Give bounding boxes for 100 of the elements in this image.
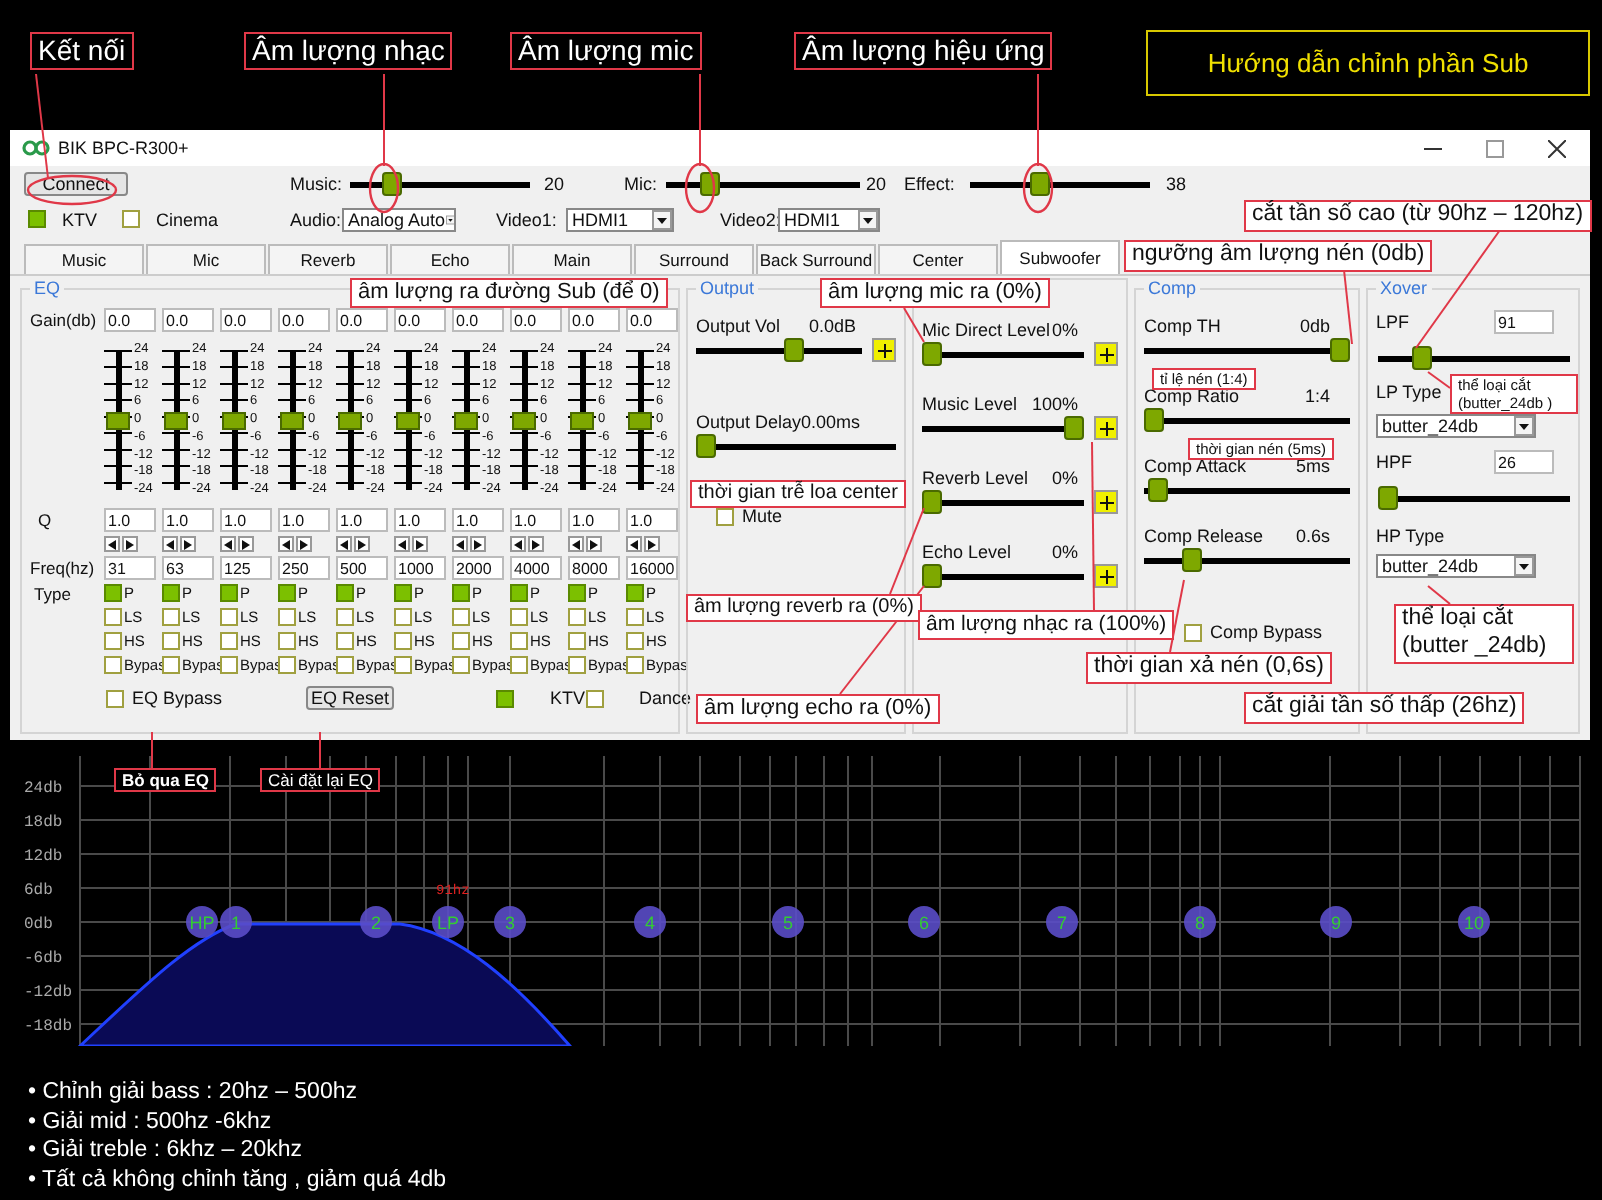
checkbox[interactable] <box>104 608 122 626</box>
tab[interactable]: Reverb <box>268 244 388 274</box>
checkbox[interactable] <box>568 656 586 674</box>
maximize-icon[interactable] <box>1486 139 1504 157</box>
checkbox[interactable] <box>278 584 296 602</box>
checkbox[interactable] <box>104 656 122 674</box>
checkbox[interactable] <box>510 632 528 650</box>
slider-thumb[interactable] <box>280 411 304 429</box>
gain-input[interactable]: 0.0 <box>104 308 156 332</box>
frequency-input[interactable]: 26 <box>1494 450 1554 474</box>
slider-thumb[interactable] <box>570 411 594 429</box>
checkbox[interactable] <box>626 632 644 650</box>
checkbox[interactable] <box>452 656 470 674</box>
slider-thumb[interactable] <box>628 411 652 429</box>
freq-input[interactable]: 1000 <box>394 556 446 580</box>
slider-thumb[interactable] <box>222 411 246 429</box>
checkbox[interactable] <box>162 656 180 674</box>
gain-input[interactable]: 0.0 <box>220 308 272 332</box>
checkbox[interactable] <box>626 656 644 674</box>
checkbox[interactable] <box>568 632 586 650</box>
checkbox[interactable] <box>336 584 354 602</box>
checkbox[interactable] <box>220 608 238 626</box>
q-input[interactable]: 1.0 <box>568 508 620 532</box>
checkbox[interactable] <box>510 608 528 626</box>
q-input[interactable]: 1.0 <box>394 508 446 532</box>
decrease-button[interactable] <box>452 536 468 552</box>
checkbox[interactable] <box>220 632 238 650</box>
eq-node[interactable]: 6 <box>908 906 940 938</box>
dropdown[interactable]: HDMI1 <box>778 207 880 231</box>
slider-thumb[interactable] <box>1064 416 1084 440</box>
slider-thumb[interactable] <box>1144 408 1164 432</box>
increase-button[interactable] <box>644 536 660 552</box>
increase-button[interactable] <box>296 536 312 552</box>
slider-thumb[interactable] <box>454 411 478 429</box>
slider-thumb[interactable] <box>922 490 942 514</box>
tab[interactable]: Center <box>878 244 998 274</box>
decrease-button[interactable] <box>220 536 236 552</box>
slider-thumb[interactable] <box>922 342 942 366</box>
checkbox[interactable] <box>336 608 354 626</box>
increase-button[interactable] <box>238 536 254 552</box>
checkbox[interactable] <box>626 584 644 602</box>
decrease-button[interactable] <box>510 536 526 552</box>
checkbox[interactable] <box>336 632 354 650</box>
checkbox[interactable] <box>568 608 586 626</box>
checkbox[interactable] <box>394 632 412 650</box>
slider-thumb[interactable] <box>338 411 362 429</box>
decrease-button[interactable] <box>162 536 178 552</box>
plus-button[interactable] <box>872 338 896 362</box>
gain-input[interactable]: 0.0 <box>394 308 446 332</box>
decrease-button[interactable] <box>626 536 642 552</box>
gain-input[interactable]: 0.0 <box>626 308 678 332</box>
freq-input[interactable]: 500 <box>336 556 388 580</box>
tab[interactable]: Surround <box>634 244 754 274</box>
q-input[interactable]: 1.0 <box>278 508 330 532</box>
decrease-button[interactable] <box>104 536 120 552</box>
plus-button[interactable] <box>1094 342 1118 366</box>
checkbox[interactable] <box>496 689 515 707</box>
freq-input[interactable]: 250 <box>278 556 330 580</box>
freq-input[interactable]: 8000 <box>568 556 620 580</box>
slider-thumb[interactable] <box>1181 548 1202 572</box>
checkbox[interactable] <box>510 656 528 674</box>
freq-input[interactable]: 16000 <box>626 556 678 580</box>
decrease-button[interactable] <box>278 536 294 552</box>
checkbox[interactable] <box>162 632 180 650</box>
q-input[interactable]: 1.0 <box>510 508 562 532</box>
q-input[interactable]: 1.0 <box>452 508 504 532</box>
increase-button[interactable] <box>470 536 486 552</box>
tab[interactable]: Music <box>24 244 144 274</box>
freq-input[interactable]: 2000 <box>452 556 504 580</box>
checkbox[interactable] <box>452 632 470 650</box>
checkbox[interactable] <box>220 656 238 674</box>
q-input[interactable]: 1.0 <box>220 508 272 532</box>
slider-thumb[interactable] <box>1411 346 1432 370</box>
tab[interactable]: Main <box>512 244 632 274</box>
slider-thumb[interactable] <box>164 411 188 429</box>
increase-button[interactable] <box>122 536 138 552</box>
slider-thumb[interactable] <box>696 434 716 458</box>
decrease-button[interactable] <box>394 536 410 552</box>
freq-input[interactable]: 125 <box>220 556 272 580</box>
checkbox[interactable] <box>336 656 354 674</box>
checkbox[interactable] <box>278 608 296 626</box>
freq-input[interactable]: 63 <box>162 556 214 580</box>
slider-thumb[interactable] <box>1147 478 1168 502</box>
slider-thumb[interactable] <box>106 411 130 429</box>
dropdown[interactable]: butter_24db <box>1376 554 1536 578</box>
q-input[interactable]: 1.0 <box>162 508 214 532</box>
plus-button[interactable] <box>1094 490 1118 514</box>
freq-input[interactable]: 31 <box>104 556 156 580</box>
checkbox[interactable] <box>452 608 470 626</box>
slider-thumb[interactable] <box>1377 486 1397 510</box>
decrease-button[interactable] <box>568 536 584 552</box>
tab[interactable]: Back Surround <box>756 244 876 274</box>
increase-button[interactable] <box>528 536 544 552</box>
checkbox[interactable] <box>278 632 296 650</box>
tab[interactable]: Mic <box>146 244 266 274</box>
checkbox[interactable] <box>394 584 412 602</box>
tab[interactable]: Subwoofer <box>1000 240 1120 274</box>
checkbox[interactable] <box>626 608 644 626</box>
checkbox[interactable] <box>104 632 122 650</box>
close-icon[interactable] <box>1548 139 1566 157</box>
